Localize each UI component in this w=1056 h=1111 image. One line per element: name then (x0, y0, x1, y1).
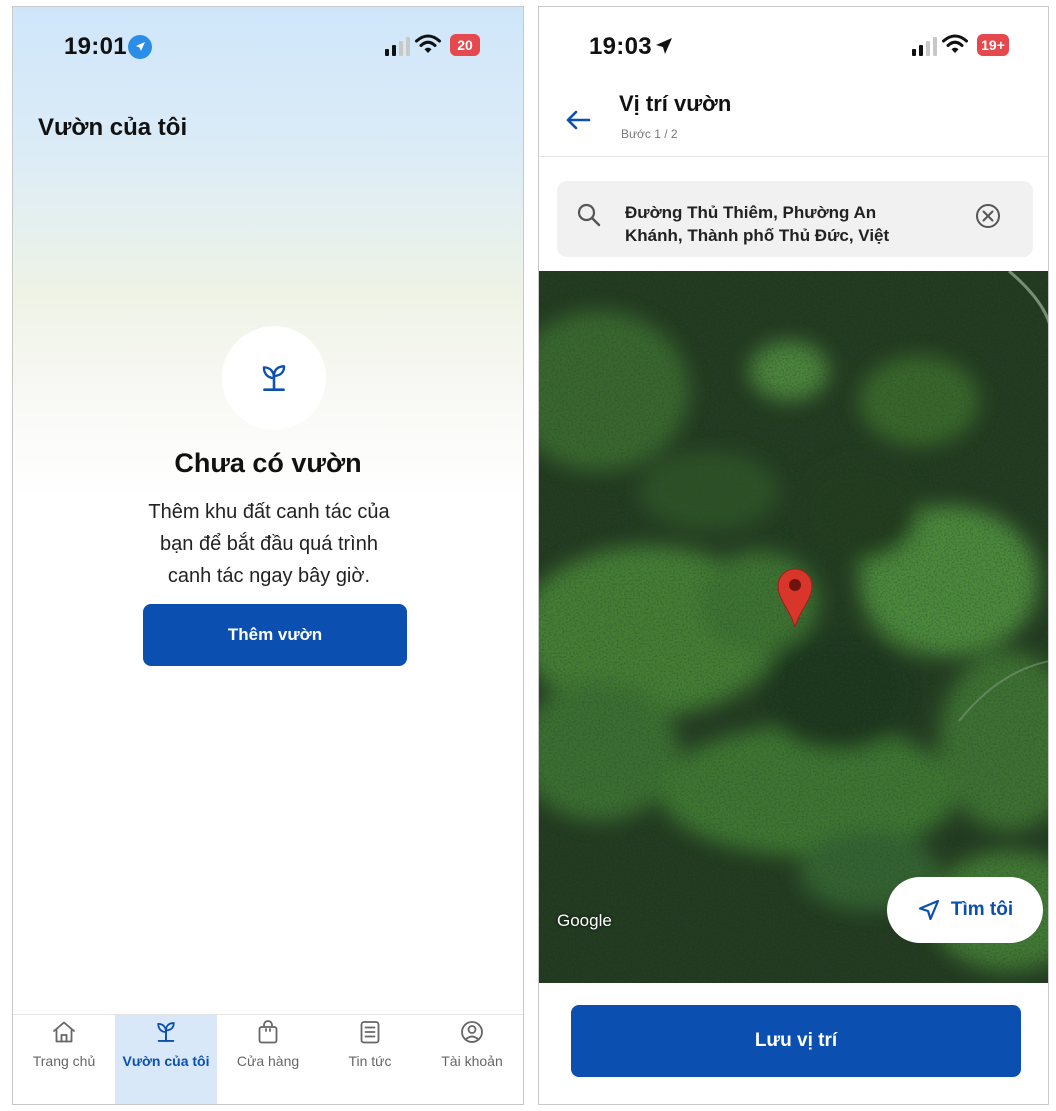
tab-label: Tài khoản (441, 1053, 503, 1069)
tab-my-garden[interactable]: Vườn của tôi (115, 1015, 217, 1104)
tab-label: Trang chủ (32, 1053, 96, 1069)
status-bar: 19:01 20 (13, 7, 523, 87)
battery-indicator: 20 (450, 34, 480, 56)
find-me-button[interactable]: Tìm tôi (887, 877, 1043, 943)
signal-icon (385, 37, 410, 56)
my-garden-screen: 19:01 20 Vườn của tôi Chưa có vườn Thêm … (12, 6, 524, 1105)
clear-icon[interactable] (973, 201, 1003, 231)
status-time: 19:03 (589, 33, 652, 60)
tab-home[interactable]: Trang chủ (13, 1015, 115, 1104)
description-line: Thêm khu đất canh tác của (148, 501, 390, 523)
sprout-icon (157, 1022, 175, 1042)
step-indicator: Bước 1 / 2 (621, 127, 678, 141)
address-search-input[interactable]: Đường Thủ Thiêm, Phường An Khánh, Thành … (557, 181, 1033, 257)
shopping-bag-icon (258, 1020, 278, 1044)
location-arrow-icon (128, 35, 152, 59)
status-time: 19:01 (64, 33, 127, 60)
search-value: Đường Thủ Thiêm, Phường An Khánh, Thành … (625, 201, 965, 251)
screen-header: Vị trí vườn Bước 1 / 2 (539, 87, 1048, 157)
battery-indicator: 19+ (977, 34, 1009, 56)
search-value-line: Khánh, Thành phố Thủ Đức, Việt (625, 226, 890, 245)
wifi-icon (415, 33, 441, 59)
news-icon (360, 1021, 380, 1044)
empty-state-title: Chưa có vườn (174, 448, 362, 478)
empty-state-description: Thêm khu đất canh tác của bạn để bắt đầu… (113, 496, 425, 592)
account-icon (461, 1021, 483, 1043)
find-me-label: Tìm tôi (950, 899, 1014, 920)
search-value-line: Đường Thủ Thiêm, Phường An (625, 203, 877, 222)
location-arrow-icon (653, 35, 675, 61)
description-line: canh tác ngay bây giờ. (167, 565, 371, 587)
sprout-icon (262, 365, 286, 391)
save-location-button[interactable]: Lưu vị trí (571, 1005, 1021, 1077)
tab-label: Cửa hàng (236, 1053, 300, 1069)
description-line: bạn để bắt đầu quá trình (160, 533, 378, 555)
wifi-icon (942, 33, 968, 59)
tab-label: Tin tức (348, 1053, 392, 1069)
page-title: Vườn của tôi (38, 114, 188, 141)
signal-icon (912, 37, 937, 56)
location-pin-icon[interactable] (775, 567, 815, 629)
satellite-map[interactable]: Google Tìm tôi (539, 271, 1048, 983)
bottom-tab-bar: Trang chủ Vườn của tôi Cửa hàng Tin tức … (13, 1014, 523, 1104)
search-icon (577, 203, 601, 227)
tab-label: Vườn của tôi (122, 1053, 210, 1069)
home-icon (53, 1021, 75, 1043)
add-garden-button[interactable]: Thêm vườn (143, 604, 407, 666)
back-arrow-icon[interactable] (563, 105, 593, 135)
garden-location-screen: 19:03 19+ Vị trí vườn Bước 1 / 2 Đường T… (538, 6, 1049, 1105)
screen-title: Vị trí vườn (619, 91, 732, 116)
tab-store[interactable]: Cửa hàng (217, 1015, 319, 1104)
empty-state-illustration (222, 326, 326, 430)
map-attribution: Google (557, 911, 612, 930)
status-bar: 19:03 19+ (539, 7, 1048, 87)
tab-account[interactable]: Tài khoản (421, 1015, 523, 1104)
tab-news[interactable]: Tin tức (319, 1015, 421, 1104)
navigation-arrow-icon (918, 899, 939, 921)
